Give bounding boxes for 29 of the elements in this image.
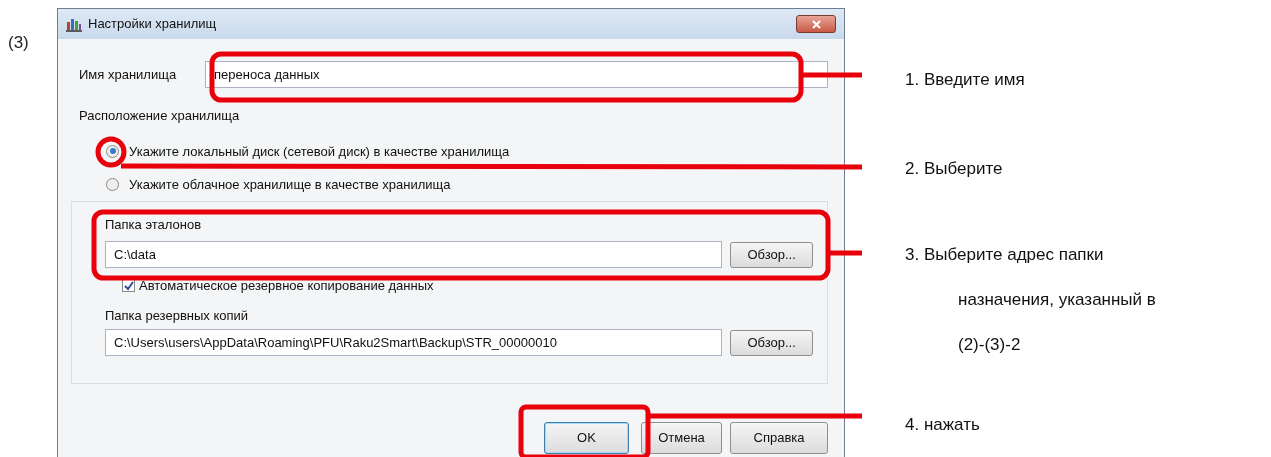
browse-button[interactable]: Обзор... xyxy=(730,329,813,356)
close-button[interactable] xyxy=(796,15,836,33)
highlight-circle xyxy=(95,136,127,168)
radio-label: Укажите локальный диск (сетевой диск) в качестве хранилища xyxy=(129,142,510,161)
field-label: Папка резервных копий xyxy=(105,306,250,325)
browse-button[interactable]: Обзор... xyxy=(730,241,813,268)
callout-text: 2. Выберите xyxy=(905,158,1003,180)
dialog-button[interactable]: Справка xyxy=(730,421,828,454)
field-label: Имя хранилища xyxy=(78,65,178,84)
dialog-button[interactable]: Отмена xyxy=(641,421,722,454)
app-icon xyxy=(66,16,82,32)
close-icon xyxy=(811,19,821,29)
name-field[interactable]: переноса данных xyxy=(205,61,828,88)
window-title: Настройки хранилищ xyxy=(88,15,217,34)
dialog-button[interactable]: OK xyxy=(544,421,629,454)
radio-button[interactable] xyxy=(106,144,119,158)
callout-text: 3. Выберите адрес папки назначения, указанный в (2)-(3)-2 xyxy=(905,244,1156,356)
leader-line xyxy=(828,250,862,256)
folder-path-field[interactable]: C:\data xyxy=(105,241,723,268)
callout-text: 4. нажать xyxy=(905,414,980,436)
checkbox-label: Автоматическое резервное копирование данных xyxy=(139,277,434,295)
radio-button[interactable] xyxy=(106,178,119,192)
step-label: (3) xyxy=(7,32,30,54)
folder-path-field[interactable]: C:\Users\users\AppData\Roaming\PFU\Raku2Smart\Backup\STR_00000010 xyxy=(105,329,723,356)
callout-text: 1. Введите имя xyxy=(905,69,1025,91)
leader-line xyxy=(801,72,862,78)
radio-label: Укажите облачное хранилище в качестве хранилища xyxy=(129,176,451,194)
field-label: Папка эталонов xyxy=(105,215,203,234)
section-label: Расположение хранилища xyxy=(79,107,241,125)
